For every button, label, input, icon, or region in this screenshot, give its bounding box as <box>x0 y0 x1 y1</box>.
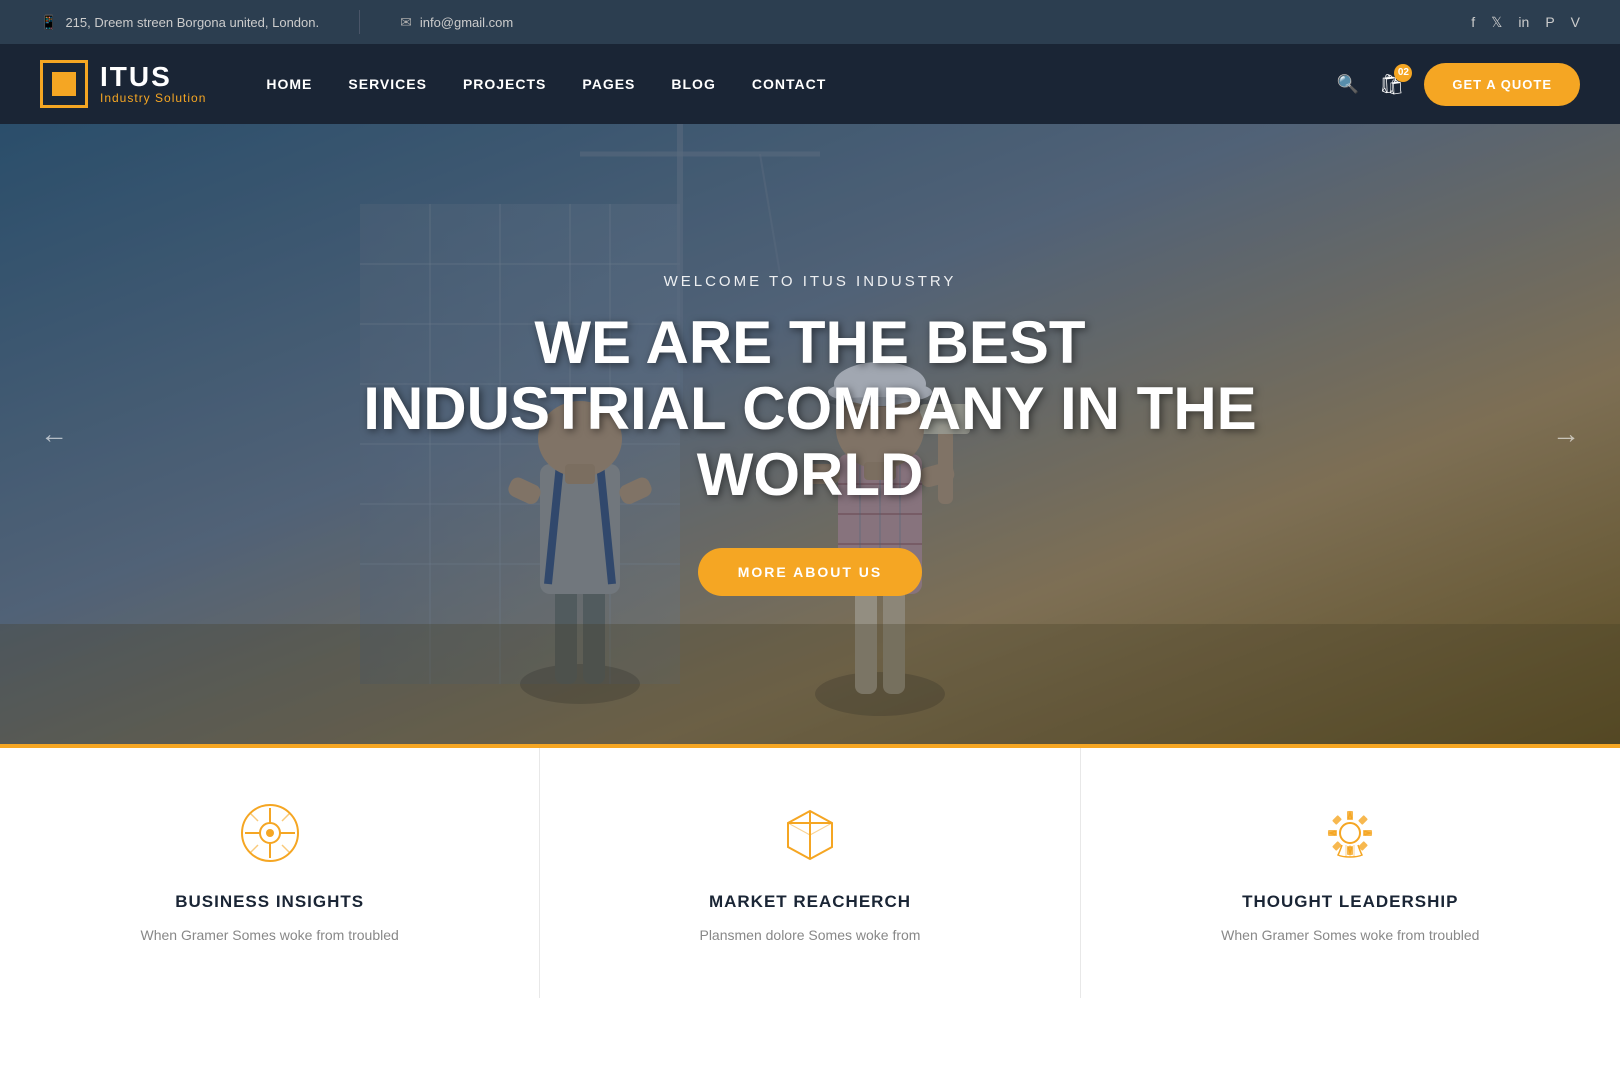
cards-section: BUSINESS INSIGHTS When Gramer Somes woke… <box>0 744 1620 998</box>
logo[interactable]: ITUS Industry Solution <box>40 60 206 108</box>
top-bar-left: 📱 215, Dreem streen Borgona united, Lond… <box>40 10 1471 34</box>
thought-leadership-text: When Gramer Somes woke from troubled <box>1141 924 1560 948</box>
linkedin-icon[interactable]: in <box>1518 14 1529 30</box>
slider-next-button[interactable]: → <box>1542 408 1590 460</box>
nav-services[interactable]: SERVICES <box>348 76 427 92</box>
top-bar-divider <box>359 10 360 34</box>
slider-prev-button[interactable]: ← <box>30 408 78 460</box>
address-item: 📱 215, Dreem streen Borgona united, Lond… <box>40 14 319 31</box>
market-research-card: MARKET REACHERCH Plansmen dolore Somes w… <box>540 748 1080 998</box>
thought-leadership-icon <box>1315 798 1385 868</box>
main-nav: HOME SERVICES PROJECTS PAGES BLOG CONTAC… <box>266 76 1336 92</box>
nav-contact[interactable]: CONTACT <box>752 76 826 92</box>
cart-badge: 02 <box>1394 64 1412 82</box>
twitter-icon[interactable]: 𝕏 <box>1491 14 1502 31</box>
hero-section: WELCOME TO ITUS INDUSTRY WE ARE THE BEST… <box>0 124 1620 744</box>
social-links: f 𝕏 in P V <box>1471 14 1580 31</box>
hero-subtitle: WELCOME TO ITUS INDUSTRY <box>360 273 1260 290</box>
logo-name: ITUS <box>100 63 206 91</box>
address-text: 215, Dreem streen Borgona united, London… <box>65 15 319 30</box>
email-item: ✉ info@gmail.com <box>400 14 513 31</box>
hero-cta-button[interactable]: MORE ABOUT US <box>698 548 922 596</box>
market-research-text: Plansmen dolore Somes woke from <box>600 924 1019 948</box>
hero-title: WE ARE THE BEST INDUSTRIAL COMPANY IN TH… <box>360 310 1260 508</box>
search-button[interactable]: 🔍 <box>1337 74 1359 95</box>
business-insights-title: BUSINESS INSIGHTS <box>60 892 479 912</box>
header-actions: 🔍 🛍 02 GET A QUOTE <box>1337 63 1580 106</box>
market-research-icon <box>775 798 845 868</box>
facebook-icon[interactable]: f <box>1471 14 1475 30</box>
logo-icon <box>40 60 88 108</box>
email-icon: ✉ <box>400 14 412 31</box>
market-research-title: MARKET REACHERCH <box>600 892 1019 912</box>
phone-icon: 📱 <box>40 14 57 31</box>
thought-leadership-title: THOUGHT LEADERSHIP <box>1141 892 1560 912</box>
business-insights-card: BUSINESS INSIGHTS When Gramer Somes woke… <box>0 748 540 998</box>
nav-blog[interactable]: BLOG <box>671 76 715 92</box>
email-text: info@gmail.com <box>420 15 513 30</box>
header: ITUS Industry Solution HOME SERVICES PRO… <box>0 44 1620 124</box>
logo-icon-inner <box>52 72 76 96</box>
logo-text: ITUS Industry Solution <box>100 63 206 105</box>
hero-content: WELCOME TO ITUS INDUSTRY WE ARE THE BEST… <box>320 273 1300 596</box>
get-quote-button[interactable]: GET A QUOTE <box>1424 63 1580 106</box>
vimeo-icon[interactable]: V <box>1571 14 1580 30</box>
top-bar: 📱 215, Dreem streen Borgona united, Lond… <box>0 0 1620 44</box>
nav-pages[interactable]: PAGES <box>582 76 635 92</box>
cart-button[interactable]: 🛍 02 <box>1379 72 1404 97</box>
nav-projects[interactable]: PROJECTS <box>463 76 546 92</box>
business-insights-text: When Gramer Somes woke from troubled <box>60 924 479 948</box>
business-insights-icon <box>235 798 305 868</box>
logo-tagline: Industry Solution <box>100 91 206 105</box>
pinterest-icon[interactable]: P <box>1545 14 1554 30</box>
nav-home[interactable]: HOME <box>266 76 312 92</box>
thought-leadership-card: THOUGHT LEADERSHIP When Gramer Somes wok… <box>1081 748 1620 998</box>
